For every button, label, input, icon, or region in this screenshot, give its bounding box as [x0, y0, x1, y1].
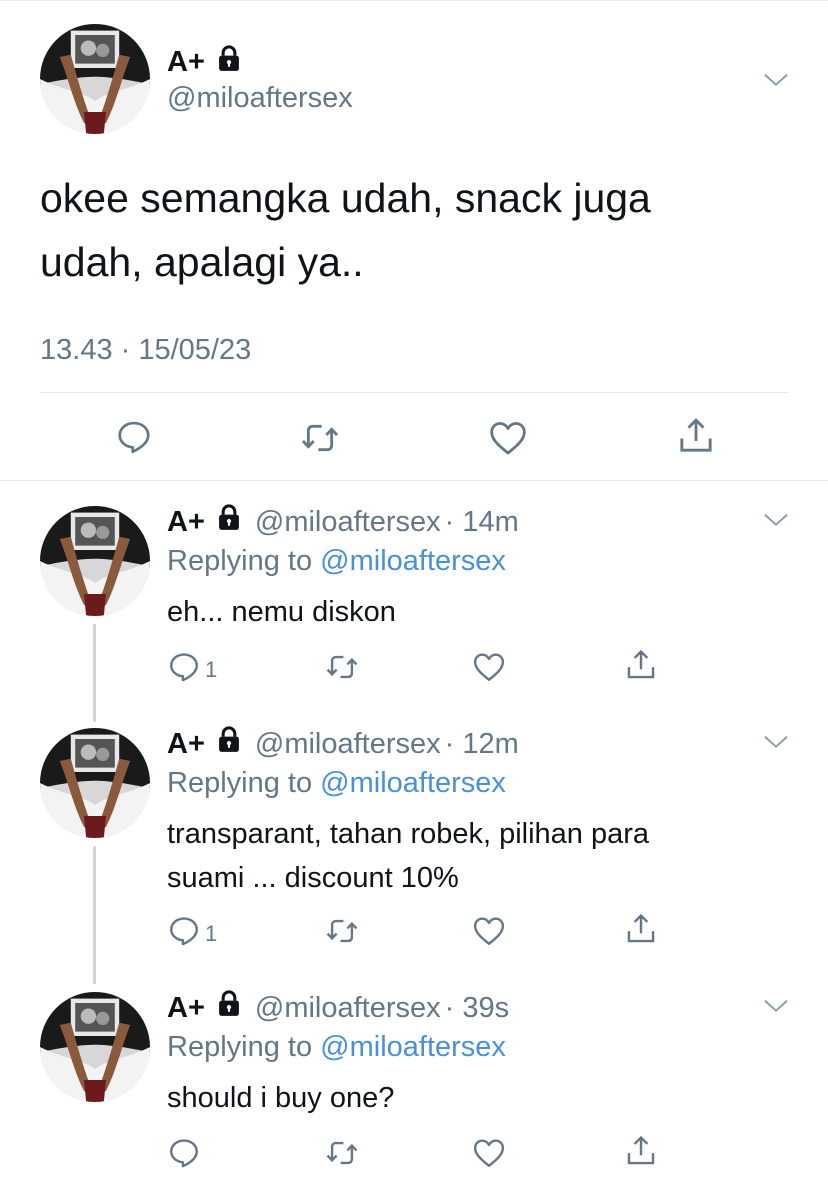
replying-to: Replying to @miloaftersex	[167, 1031, 506, 1064]
lock-icon	[215, 503, 243, 539]
top-border	[0, 0, 828, 1]
share-button[interactable]	[624, 912, 658, 946]
reply-text: transparant, tahan robek, pilihan para s…	[167, 818, 650, 894]
chevron-down-icon[interactable]	[762, 506, 790, 539]
like-button[interactable]	[472, 1136, 506, 1170]
replying-to: Replying to @miloaftersex	[167, 767, 506, 800]
comment-icon	[167, 914, 201, 948]
share-button[interactable]	[676, 416, 716, 456]
like-button[interactable]	[472, 650, 506, 684]
avatar[interactable]	[40, 24, 150, 134]
reply-text: should i buy one?	[167, 1082, 395, 1114]
chevron-down-icon[interactable]	[762, 66, 790, 99]
retweet-icon	[325, 914, 359, 948]
share-icon	[676, 416, 716, 456]
heart-icon	[472, 650, 506, 684]
author-name-row[interactable]: A+	[167, 44, 243, 80]
share-icon	[624, 648, 658, 682]
replying-to-link[interactable]: @miloaftersex	[320, 545, 506, 577]
retweet-icon	[325, 1136, 359, 1170]
replying-prefix: Replying to	[167, 545, 313, 577]
reply-header[interactable]: A+ @miloaftersex · 12m	[167, 725, 519, 761]
author-display-name: A+	[167, 45, 205, 78]
thread-line	[93, 624, 96, 722]
reply-button[interactable]: 1	[167, 914, 217, 948]
reply-button[interactable]	[167, 1136, 205, 1170]
author-display-name: A+	[167, 506, 205, 538]
retweet-icon	[300, 418, 340, 458]
share-button[interactable]	[624, 648, 658, 682]
lock-icon	[215, 44, 243, 80]
heart-icon	[488, 418, 528, 458]
thread-line	[93, 846, 96, 984]
heart-icon	[472, 914, 506, 948]
share-button[interactable]	[624, 1134, 658, 1168]
reply-count: 1	[205, 657, 218, 682]
author-handle[interactable]: @miloaftersex	[167, 82, 353, 115]
replying-to-link[interactable]: @miloaftersex	[320, 767, 506, 799]
tweet-timestamp[interactable]: 13.43 · 15/05/23	[40, 334, 251, 367]
author-display-name: A+	[167, 992, 205, 1024]
like-button[interactable]	[488, 418, 528, 458]
author-handle: @miloaftersex	[254, 992, 441, 1024]
reply-button[interactable]: 1	[167, 650, 217, 684]
comment-icon	[167, 650, 201, 684]
author-handle: @miloaftersex	[254, 506, 441, 538]
reply-header[interactable]: A+ @miloaftersex · 14m	[167, 503, 519, 539]
retweet-button[interactable]	[325, 650, 359, 684]
heart-icon	[472, 1136, 506, 1170]
reply-button[interactable]	[115, 418, 153, 456]
reply-time: · 14m	[444, 506, 519, 538]
tweet-text: okee semangka udah, snack juga udah, apa…	[40, 175, 651, 285]
share-icon	[624, 912, 658, 946]
chevron-down-icon[interactable]	[762, 728, 790, 761]
avatar[interactable]	[40, 992, 150, 1102]
share-icon	[624, 1134, 658, 1168]
reply-text: eh... nemu diskon	[167, 596, 396, 628]
like-button[interactable]	[472, 914, 506, 948]
replying-prefix: Replying to	[167, 1031, 313, 1063]
author-handle: @miloaftersex	[254, 728, 441, 760]
section-divider	[0, 480, 828, 481]
author-display-name: A+	[167, 728, 205, 760]
retweet-icon	[325, 650, 359, 684]
replying-to-link[interactable]: @miloaftersex	[320, 1031, 506, 1063]
avatar[interactable]	[40, 506, 150, 616]
divider	[40, 392, 788, 393]
retweet-button[interactable]	[325, 914, 359, 948]
chevron-down-icon[interactable]	[762, 992, 790, 1025]
reply-time: · 12m	[444, 728, 519, 760]
reply-header[interactable]: A+ @miloaftersex · 39s	[167, 989, 509, 1025]
replying-prefix: Replying to	[167, 767, 313, 799]
retweet-button[interactable]	[300, 418, 340, 458]
avatar[interactable]	[40, 728, 150, 838]
lock-icon	[215, 989, 243, 1025]
reply-time: · 39s	[444, 992, 510, 1024]
comment-icon	[167, 1136, 201, 1170]
retweet-button[interactable]	[325, 1136, 359, 1170]
reply-count: 1	[205, 921, 218, 946]
replying-to: Replying to @miloaftersex	[167, 545, 506, 578]
lock-icon	[215, 725, 243, 761]
comment-icon	[115, 418, 153, 456]
